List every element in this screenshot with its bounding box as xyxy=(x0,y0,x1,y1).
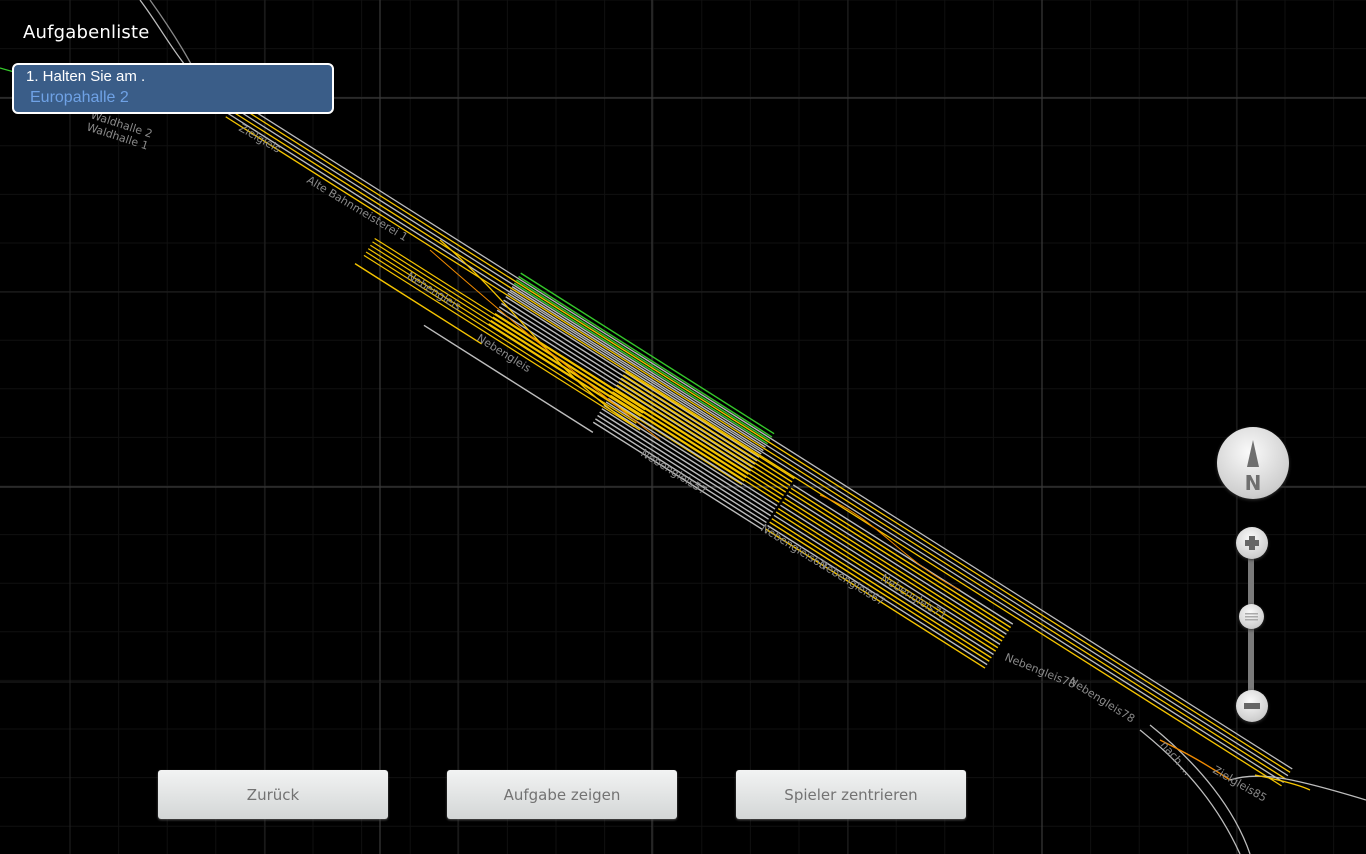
map-label: nach ... xyxy=(1158,739,1194,779)
track xyxy=(236,99,1293,770)
compass-north-icon: N xyxy=(1245,440,1262,495)
track xyxy=(771,518,992,659)
task-destination: Europahalle 2 xyxy=(30,89,129,106)
compass-button[interactable]: N xyxy=(1217,427,1289,499)
task-item[interactable]: 1. Halten Sie am . Europahalle 2 xyxy=(12,63,334,114)
track xyxy=(231,106,1289,777)
compass-label: N xyxy=(1245,471,1262,495)
task-instruction: 1. Halten Sie am . xyxy=(26,68,146,85)
track-map[interactable]: Waldhalle 2 Waldhalle 1 Zielgleis Alte B… xyxy=(0,0,1366,854)
track xyxy=(1139,729,1241,854)
zoom-slider-track[interactable] xyxy=(1248,555,1254,705)
show-task-button[interactable]: Aufgabe zeigen xyxy=(447,770,677,819)
zoom-in-button[interactable] xyxy=(1236,527,1268,559)
track-lines xyxy=(0,0,1366,854)
zoom-out-icon xyxy=(1244,703,1260,709)
task-list-title: Aufgabenliste xyxy=(23,22,150,43)
grip-icon xyxy=(1245,612,1258,621)
track xyxy=(229,109,1287,780)
track xyxy=(792,484,1014,625)
zoom-in-icon xyxy=(1245,536,1259,550)
track xyxy=(782,501,1003,642)
track xyxy=(496,309,751,472)
zoom-out-button[interactable] xyxy=(1236,690,1268,722)
back-button[interactable]: Zurück xyxy=(158,770,388,819)
zoom-slider-handle[interactable] xyxy=(1239,603,1264,629)
center-player-button[interactable]: Spieler zentrieren xyxy=(736,770,966,819)
map-label: Zielgleis85 xyxy=(1211,763,1269,804)
